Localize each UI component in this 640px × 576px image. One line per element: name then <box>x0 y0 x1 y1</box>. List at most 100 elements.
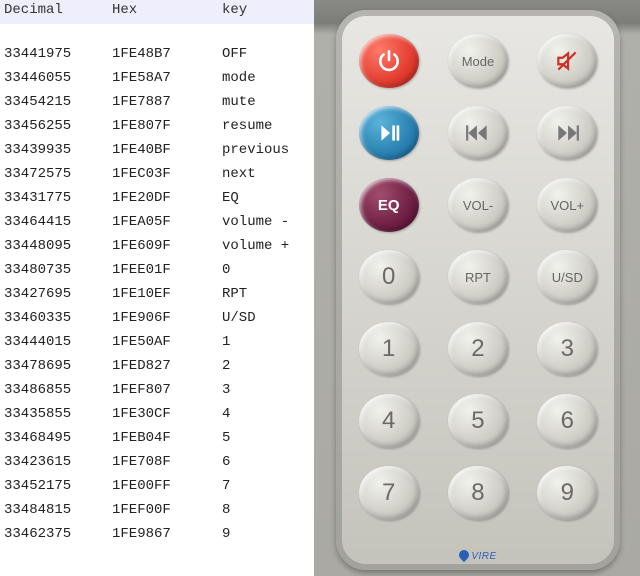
cell-hex: 1FE20DF <box>112 186 222 210</box>
cell-decimal: 33435855 <box>0 402 112 426</box>
usd-button[interactable]: U/SD <box>537 250 597 304</box>
cell-decimal: 33464415 <box>0 210 112 234</box>
digit-1-button[interactable]: 1 <box>359 322 419 376</box>
table-row: 334419751FE48B7OFF <box>0 42 314 66</box>
cell-key: 4 <box>222 402 314 426</box>
cell-hex: 1FEF807 <box>112 378 222 402</box>
rpt-button[interactable]: RPT <box>448 250 508 304</box>
cell-decimal: 33460335 <box>0 306 112 330</box>
digit-2-button[interactable]: 2 <box>448 322 508 376</box>
cell-key: 0 <box>222 258 314 282</box>
cell-key: 6 <box>222 450 314 474</box>
cell-decimal: 33423615 <box>0 450 112 474</box>
cell-key: previous <box>222 138 314 162</box>
cell-hex: 1FE58A7 <box>112 66 222 90</box>
table-row: 334603351FE906FU/SD <box>0 306 314 330</box>
digit-4-button[interactable]: 4 <box>359 394 419 448</box>
play-pause-button[interactable] <box>359 106 419 160</box>
cell-key: U/SD <box>222 306 314 330</box>
cell-decimal: 33472575 <box>0 162 112 186</box>
cell-hex: 1FEE01F <box>112 258 222 282</box>
digit-5-button[interactable]: 5 <box>448 394 508 448</box>
cell-decimal: 33444015 <box>0 330 112 354</box>
cell-decimal: 33446055 <box>0 66 112 90</box>
cell-hex: 1FEF00F <box>112 498 222 522</box>
cell-hex: 1FE30CF <box>112 402 222 426</box>
table-row: 334644151FEA05Fvolume - <box>0 210 314 234</box>
cell-decimal: 33454215 <box>0 90 112 114</box>
table-row: 334480951FE609Fvolume + <box>0 234 314 258</box>
cell-key: 2 <box>222 354 314 378</box>
table-row: 334236151FE708F6 <box>0 450 314 474</box>
mute-button[interactable] <box>537 34 597 88</box>
power-button[interactable] <box>359 34 419 88</box>
table-row: 334623751FE98679 <box>0 522 314 546</box>
cell-key: mute <box>222 90 314 114</box>
cell-key: 1 <box>222 330 314 354</box>
cell-hex: 1FE10EF <box>112 282 222 306</box>
cell-hex: 1FE9867 <box>112 522 222 546</box>
table-row: 334868551FEF8073 <box>0 378 314 402</box>
table-row: 334521751FE00FF7 <box>0 474 314 498</box>
cell-key: 3 <box>222 378 314 402</box>
next-button[interactable] <box>537 106 597 160</box>
mute-icon <box>554 48 580 74</box>
table-header: Decimal Hex key <box>0 0 314 24</box>
vol-down-button[interactable]: VOL- <box>448 178 508 232</box>
eq-button[interactable]: EQ <box>359 178 419 232</box>
table-row: 334358551FE30CF4 <box>0 402 314 426</box>
cell-decimal: 33452175 <box>0 474 112 498</box>
table-row: 334317751FE20DFEQ <box>0 186 314 210</box>
cell-decimal: 33478695 <box>0 354 112 378</box>
cell-hex: 1FEC03F <box>112 162 222 186</box>
cell-key: 9 <box>222 522 314 546</box>
digit-8-button[interactable]: 8 <box>448 466 508 520</box>
table-row: 334725751FEC03Fnext <box>0 162 314 186</box>
digit-3-button[interactable]: 3 <box>537 322 597 376</box>
cell-decimal: 33456255 <box>0 114 112 138</box>
vol-up-button[interactable]: VOL+ <box>537 178 597 232</box>
previous-button[interactable] <box>448 106 508 160</box>
table-row: 334276951FE10EFRPT <box>0 282 314 306</box>
digit-0-button[interactable]: 0 <box>359 250 419 304</box>
cell-hex: 1FE708F <box>112 450 222 474</box>
cell-key: RPT <box>222 282 314 306</box>
cell-decimal: 33468495 <box>0 426 112 450</box>
ir-codes-table: Decimal Hex key 334419751FE48B7OFF334460… <box>0 0 314 576</box>
cell-decimal: 33448095 <box>0 234 112 258</box>
cell-key: EQ <box>222 186 314 210</box>
header-hex: Hex <box>112 2 222 18</box>
digit-6-button[interactable]: 6 <box>537 394 597 448</box>
header-decimal: Decimal <box>0 2 112 18</box>
cell-hex: 1FE609F <box>112 234 222 258</box>
table-row: 334399351FE40BFprevious <box>0 138 314 162</box>
cell-decimal: 33439935 <box>0 138 112 162</box>
cell-hex: 1FE40BF <box>112 138 222 162</box>
digit-7-button[interactable]: 7 <box>359 466 419 520</box>
cell-hex: 1FE50AF <box>112 330 222 354</box>
digit-9-button[interactable]: 9 <box>537 466 597 520</box>
cell-key: 8 <box>222 498 314 522</box>
remote-photo: Mode EQ VOL- VOL+ 0 RPT U/SD 1 2 <box>314 0 640 576</box>
cell-decimal: 33431775 <box>0 186 112 210</box>
cell-key: resume <box>222 114 314 138</box>
table-row: 334786951FED8272 <box>0 354 314 378</box>
table-row: 334807351FEE01F0 <box>0 258 314 282</box>
table-row: 334460551FE58A7mode <box>0 66 314 90</box>
cell-hex: 1FEB04F <box>112 426 222 450</box>
next-icon <box>554 120 580 146</box>
previous-icon <box>465 120 491 146</box>
table-row: 334562551FE807Fresume <box>0 114 314 138</box>
brand-label: VIRE <box>336 550 620 562</box>
header-key: key <box>222 2 314 18</box>
cell-hex: 1FE48B7 <box>112 42 222 66</box>
remote-body: Mode EQ VOL- VOL+ 0 RPT U/SD 1 2 <box>336 10 620 570</box>
power-icon <box>376 48 402 74</box>
play-pause-icon <box>376 120 402 146</box>
cell-decimal: 33427695 <box>0 282 112 306</box>
cell-decimal: 33441975 <box>0 42 112 66</box>
mode-button[interactable]: Mode <box>448 34 508 88</box>
cell-hex: 1FED827 <box>112 354 222 378</box>
cell-decimal: 33480735 <box>0 258 112 282</box>
table-row: 334684951FEB04F5 <box>0 426 314 450</box>
